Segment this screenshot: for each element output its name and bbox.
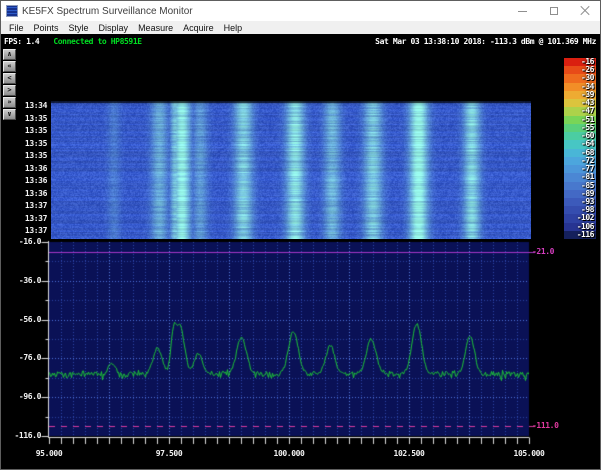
title-bar[interactable]: KE5FX Spectrum Surveillance Monitor: [1, 1, 600, 22]
reference-line-label: -111.0: [532, 422, 559, 430]
color-scale-label: -116: [562, 231, 594, 239]
x-axis-tick-label: 100.000: [267, 450, 311, 458]
y-axis-tick-label: -16.0: [11, 238, 41, 246]
waterfall-pager: ∧«<>»∨: [3, 49, 17, 121]
minimize-button[interactable]: [507, 1, 538, 21]
maximize-button[interactable]: [538, 1, 569, 21]
spectrum-plot[interactable]: [41, 237, 546, 466]
reference-line-label: -21.0: [532, 248, 554, 256]
waterfall-timestamp: 13:34: [17, 102, 47, 110]
x-axis-tick-label: 102.500: [387, 450, 431, 458]
menu-style[interactable]: Style: [64, 22, 94, 34]
color-scale-legend: -16-26-30-34-39-43-47-51-55-60-64-68-72-…: [564, 58, 596, 239]
waterfall-timestamp: 13:35: [17, 140, 47, 148]
y-axis-tick-label: -96.0: [11, 393, 41, 401]
measurement-readout: Sat Mar 03 13:38:10 2018: -113.3 dBm @ 1…: [375, 37, 596, 46]
waterfall-display[interactable]: [51, 101, 531, 239]
scroll-down-button[interactable]: ∨: [3, 109, 16, 120]
minimize-icon: [518, 11, 527, 12]
y-axis-tick-label: -56.0: [11, 316, 41, 324]
x-axis-tick-label: 97.500: [147, 450, 191, 458]
waterfall-timestamp: 13:37: [17, 202, 47, 210]
waterfall-timestamp: 13:37: [17, 215, 47, 223]
page-prev-button[interactable]: <: [3, 73, 16, 84]
waterfall-timestamp: 13:36: [17, 165, 47, 173]
waterfall-timestamp: 13:36: [17, 190, 47, 198]
y-axis-tick-label: -36.0: [11, 277, 41, 285]
waterfall-timestamp: 13:35: [17, 115, 47, 123]
menu-file[interactable]: File: [4, 22, 29, 34]
page-last-button[interactable]: »: [3, 97, 16, 108]
app-window: KE5FX Spectrum Surveillance Monitor File…: [0, 0, 601, 470]
window-controls: [507, 1, 600, 21]
x-axis-tick-label: 95.000: [27, 450, 71, 458]
maximize-icon: [550, 7, 558, 15]
waterfall-timestamp: 13:36: [17, 177, 47, 185]
x-axis-tick-label: 105.000: [507, 450, 551, 458]
waterfall-timestamp: 13:35: [17, 127, 47, 135]
waterfall-timestamp: 13:37: [17, 227, 47, 235]
y-axis-tick-label: -76.0: [11, 354, 41, 362]
close-icon: [580, 6, 590, 16]
color-scale-cell: -116: [564, 231, 596, 239]
y-axis-tick-label: -116.0: [11, 432, 41, 440]
app-icon: [6, 5, 18, 17]
menu-help[interactable]: Help: [219, 22, 248, 34]
menu-acquire[interactable]: Acquire: [178, 22, 219, 34]
close-button[interactable]: [569, 1, 600, 21]
waterfall-timestamp: 13:35: [17, 152, 47, 160]
fps-label: FPS: 1.4: [4, 37, 39, 46]
page-next-button[interactable]: >: [3, 85, 16, 96]
menu-bar: FilePointsStyleDisplayMeasureAcquireHelp: [1, 21, 600, 34]
scroll-up-button[interactable]: ∧: [3, 49, 16, 60]
menu-measure[interactable]: Measure: [133, 22, 178, 34]
status-bar: FPS: 1.4 Connected to HP8591E Sat Mar 03…: [1, 34, 600, 48]
connection-status: Connected to HP8591E: [53, 37, 141, 46]
page-first-button[interactable]: «: [3, 61, 16, 72]
menu-points[interactable]: Points: [29, 22, 64, 34]
window-title: KE5FX Spectrum Surveillance Monitor: [22, 6, 193, 17]
menu-display[interactable]: Display: [94, 22, 134, 34]
